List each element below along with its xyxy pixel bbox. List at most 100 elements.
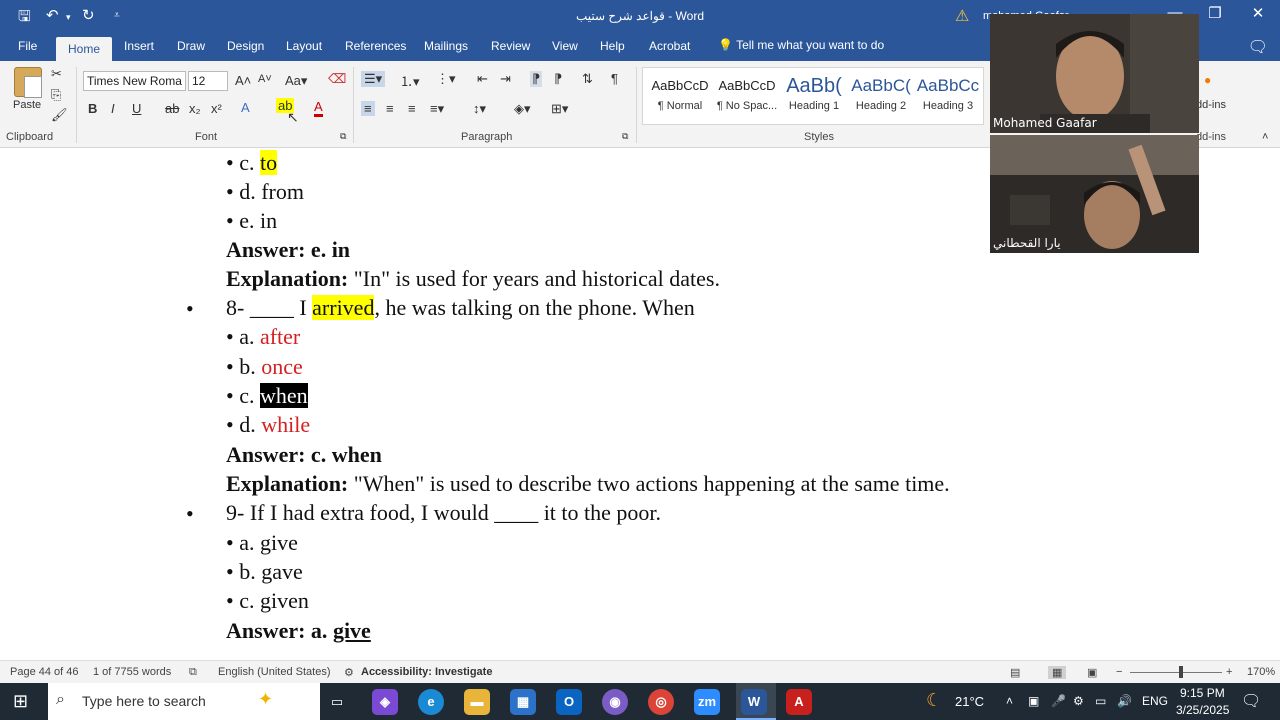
tab-references[interactable]: References [345, 39, 406, 53]
clock-time[interactable]: 9:15 PM [1180, 686, 1225, 700]
accessibility-icon[interactable]: ⚙ [344, 666, 354, 679]
show-marks-icon[interactable]: ¶ [611, 71, 618, 86]
align-right-icon[interactable]: ≡ [408, 101, 416, 116]
windows-start-icon[interactable]: ⊞ [13, 691, 28, 712]
zoom-app-icon[interactable]: zm [694, 689, 720, 715]
accessibility-status[interactable]: Accessibility: Investigate [361, 666, 492, 678]
font-color-icon[interactable]: A [314, 99, 323, 117]
superscript-icon[interactable]: x² [211, 101, 222, 116]
tell-me-search[interactable]: 💡 Tell me what you want to do [718, 38, 884, 52]
warning-icon[interactable]: ⚠ [955, 6, 969, 26]
tab-draw[interactable]: Draw [177, 39, 205, 53]
grow-font-icon[interactable]: A˄ [235, 73, 251, 88]
style-heading-1[interactable]: AaBb( Heading 1 [781, 72, 847, 112]
restore-icon[interactable]: ❐ [1200, 4, 1230, 22]
underline-icon[interactable]: U [132, 101, 141, 116]
tab-home[interactable]: Home [56, 37, 112, 61]
borders-icon[interactable]: ⊞▾ [551, 101, 568, 117]
format-painter-icon[interactable]: 🖌 [51, 107, 68, 123]
numbering-icon[interactable]: ⒈▾ [400, 71, 420, 90]
sort-icon[interactable]: ⇅ [582, 71, 593, 87]
tab-insert[interactable]: Insert [124, 39, 154, 53]
tab-review[interactable]: Review [491, 39, 530, 53]
clock-date[interactable]: 3/25/2025 [1176, 703, 1229, 717]
notifications-icon[interactable]: 🗨 [1241, 691, 1261, 711]
center-icon[interactable]: ≡ [386, 101, 394, 116]
shrink-font-icon[interactable]: A˅ [258, 73, 272, 85]
multilevel-list-icon[interactable]: ⋮▾ [436, 71, 456, 87]
font-size-box[interactable]: 12 [188, 71, 228, 91]
style-heading-3[interactable]: AaBbCc Heading 3 [915, 72, 981, 112]
rtl-icon[interactable]: ⁋ [554, 71, 562, 87]
cut-icon[interactable]: ✂ [51, 66, 62, 82]
copilot-icon[interactable]: ◈ [372, 689, 398, 715]
text-effects-icon[interactable]: A [241, 100, 250, 115]
style-normal[interactable]: AaBbCcD ¶ Normal [647, 72, 713, 112]
task-view-icon[interactable]: ▭ [324, 689, 350, 715]
zoom-level[interactable]: 170% [1247, 666, 1275, 678]
bullets-icon[interactable]: ☰▾ [361, 71, 386, 87]
paste-icon[interactable] [14, 67, 42, 98]
print-layout-icon[interactable]: ▦ [1048, 666, 1067, 679]
edge-icon[interactable]: e [418, 689, 444, 715]
ltr-icon[interactable]: ⁋ [530, 71, 543, 87]
web-layout-icon[interactable]: ▣ [1087, 666, 1097, 679]
meet-icon[interactable]: ▣ [1028, 694, 1039, 708]
strikethrough-icon[interactable]: ab [165, 101, 179, 116]
network-icon[interactable]: ▭ [1095, 694, 1106, 708]
word-icon[interactable]: W [741, 689, 767, 715]
justify-icon[interactable]: ≡▾ [430, 101, 444, 117]
bold-icon[interactable]: B [88, 101, 97, 116]
increase-indent-icon[interactable]: ⇥ [500, 71, 511, 87]
tab-design[interactable]: Design [227, 39, 264, 53]
video-tile-mohamed[interactable]: Mohamed Gaafar [990, 14, 1199, 133]
tab-view[interactable]: View [552, 39, 578, 53]
line-spacing-icon[interactable]: ↕▾ [473, 101, 486, 117]
acrobat-icon[interactable]: A [786, 689, 812, 715]
close-icon[interactable]: ✕ [1243, 4, 1273, 22]
language-status[interactable]: English (United States) [218, 666, 331, 678]
zoom-slider-thumb[interactable] [1179, 666, 1183, 678]
vpn-tray-icon[interactable]: ⚙ [1073, 694, 1084, 708]
outlook-icon[interactable]: O [556, 689, 582, 715]
page-count[interactable]: Page 44 of 46 [10, 666, 79, 678]
read-mode-icon[interactable]: ▤ [1010, 666, 1020, 679]
addins-button-label[interactable]: dd-ins [1196, 99, 1226, 111]
style-no-spacing[interactable]: AaBbCcD ¶ No Spac... [714, 72, 780, 112]
tab-help[interactable]: Help [600, 39, 625, 53]
video-tile-yara[interactable]: يارا القحطاني [990, 135, 1199, 253]
proofing-icon[interactable]: ⧉ [189, 666, 197, 679]
volume-icon[interactable]: 🔊 [1117, 694, 1132, 708]
shading-icon[interactable]: ◈▾ [514, 101, 531, 117]
tab-layout[interactable]: Layout [286, 39, 322, 53]
taskbar-search[interactable]: ⌕ Type here to search ✦ [48, 683, 320, 720]
copy-icon[interactable]: ⎘ [51, 87, 61, 103]
paragraph-dialog-launcher-icon[interactable]: ⧉ [622, 131, 628, 142]
tray-expand-icon[interactable]: ˄ [1006, 694, 1013, 708]
file-explorer-icon[interactable]: ▬ [464, 689, 490, 715]
comments-icon[interactable]: 🗨 [1248, 37, 1268, 57]
paste-button-label[interactable]: Paste [13, 99, 41, 111]
addin-icon[interactable]: ● [1204, 73, 1211, 87]
decrease-indent-icon[interactable]: ⇤ [477, 71, 488, 87]
vpn-icon[interactable]: ◉ [602, 689, 628, 715]
font-dialog-launcher-icon[interactable]: ⧉ [340, 131, 346, 142]
weather-icon[interactable]: ☾ [926, 690, 942, 711]
zoom-slider[interactable] [1130, 672, 1222, 673]
subscript-icon[interactable]: x₂ [189, 101, 201, 116]
italic-icon[interactable]: I [111, 101, 115, 116]
collapse-ribbon-icon[interactable]: ˄ [1262, 131, 1268, 143]
clear-formatting-icon[interactable]: ⌫ [328, 71, 346, 87]
word-count[interactable]: 1 of 7755 words [93, 666, 171, 678]
style-heading-2[interactable]: AaBbC( Heading 2 [848, 72, 914, 112]
zoom-out-icon[interactable]: − [1116, 666, 1122, 678]
tab-mailings[interactable]: Mailings [424, 39, 468, 53]
tab-acrobat[interactable]: Acrobat [649, 39, 690, 53]
zoom-in-icon[interactable]: + [1226, 666, 1232, 678]
input-language[interactable]: ENG [1142, 694, 1168, 708]
font-name-box[interactable]: Times New Roma [83, 71, 186, 91]
change-case-icon[interactable]: Aa▾ [285, 73, 307, 89]
chrome-icon[interactable]: ◎ [648, 689, 674, 715]
weather-temp[interactable]: 21°C [955, 694, 984, 709]
align-left-icon[interactable]: ≡ [361, 101, 375, 116]
